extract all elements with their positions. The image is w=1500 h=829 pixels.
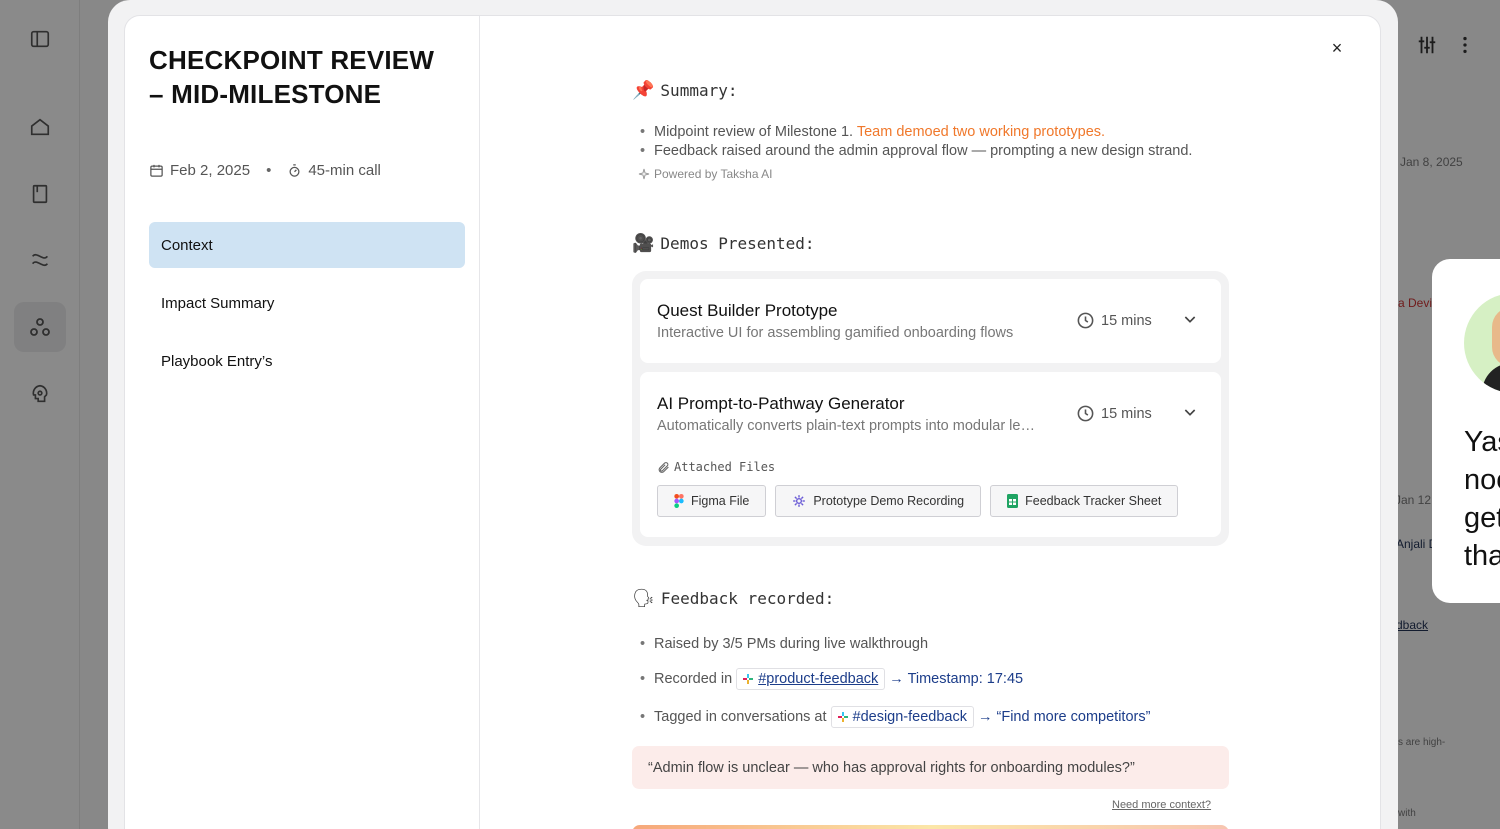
nav-item-playbook-entries[interactable]: Playbook Entry’s [149,338,465,384]
feedback-quote: “Admin flow is unclear — who has approva… [632,746,1229,789]
channel-link-product-feedback[interactable]: #product-feedback [736,668,886,690]
paperclip-icon [658,461,669,473]
clock-icon [1077,312,1094,329]
demo-subtitle: Interactive UI for assembling gamified o… [657,325,1014,341]
calendar-icon [150,164,163,177]
figma-icon [674,494,684,508]
recording-icon [793,495,806,507]
home-icon[interactable] [26,113,54,141]
timestamp-link[interactable]: → Timestamp: 17:45 [889,671,1023,687]
list-item: Feedback raised around the admin approva… [640,142,1192,161]
bg-name: a Devi [1398,296,1433,310]
bg-date: Jan 12, [1395,493,1435,507]
checkpoint-modal: CHECKPOINT REVIEW – MID-MILESTONE Feb 2,… [124,15,1381,829]
demo-card[interactable]: Quest Builder Prototype Interactive UI f… [640,279,1221,363]
list-item: Midpoint review of Milestone 1. Team dem… [640,123,1192,142]
chevron-down-icon[interactable] [1182,311,1198,327]
sheets-icon [1007,494,1019,508]
demo-duration: 15 mins [1076,311,1152,330]
side-card-text: Yas noo get tha [1464,426,1500,572]
route-icon[interactable] [26,246,54,274]
summary-heading: 📌 Summary: [632,80,738,101]
demos-heading: 🎥 Demos Presented: [632,233,815,254]
page-title: CHECKPOINT REVIEW – MID-MILESTONE [149,45,435,109]
slack-icon [837,712,848,722]
list-item: Tagged in conversations at #design-feedb… [640,705,1150,729]
feedback-list: Raised by 3/5 PMs during live walkthroug… [640,634,1150,729]
sparkle-icon [638,168,650,180]
speaking-head-icon: 🗣 [632,588,655,609]
side-card: Yas noo get tha [1432,259,1500,603]
summary-list: Midpoint review of Milestone 1. Team dem… [640,123,1192,161]
list-item: Recorded in #product-feedback → Timestam… [640,667,1150,691]
file-sheet-button[interactable]: Feedback Tracker Sheet [990,485,1179,517]
gradient-card-edge [632,825,1229,829]
attached-files-label: Attached Files [657,460,775,474]
pushpin-icon: 📌 [632,80,655,101]
sidebar-rail [0,0,80,829]
list-item: Raised by 3/5 PMs during live walkthroug… [640,634,1150,653]
demo-duration: 15 mins [1076,404,1152,423]
demo-card[interactable]: AI Prompt-to-Pathway Generator Automatic… [640,372,1221,537]
slack-icon [743,674,754,684]
chevron-down-icon[interactable] [1182,404,1198,420]
clock-icon [1077,405,1094,422]
demo-title: AI Prompt-to-Pathway Generator [657,394,905,413]
meeting-date: Feb 2, 2025 [170,162,251,179]
file-figma-button[interactable]: Figma File [657,485,767,517]
close-button[interactable]: × [1327,38,1347,58]
timer-icon [289,164,300,177]
camera-icon: 🎥 [632,233,655,254]
meeting-meta: Feb 2, 2025 • 45-min call [149,162,381,179]
separator-dot: • [266,162,272,179]
bg-snippet: s are high- [1398,737,1446,748]
demo-title: Quest Builder Prototype [657,301,838,320]
channel-link-design-feedback[interactable]: #design-feedback [830,706,974,728]
more-vertical-icon[interactable] [1454,34,1476,56]
meeting-duration: 45-min call [308,162,381,179]
book-icon[interactable] [26,180,54,208]
attached-files: Figma File Prototype Demo Recording Feed… [657,485,1179,517]
modal-nav: Context Impact Summary Playbook Entry’s [149,222,465,396]
file-recording-button[interactable]: Prototype Demo Recording [775,485,982,517]
feedback-heading: 🗣 Feedback recorded: [632,588,835,609]
nav-item-impact-summary[interactable]: Impact Summary [149,280,465,326]
demos-panel: Quest Builder Prototype Interactive UI f… [632,271,1229,546]
sidebar-toggle-icon[interactable] [26,25,54,53]
bg-date: Jan 8, 2025 [1400,155,1463,169]
bg-snippet: with [1398,808,1416,819]
sliders-icon[interactable] [1416,34,1438,56]
conversation-link[interactable]: → “Find more competitors” [978,709,1150,725]
avatar [1464,293,1500,393]
nav-item-context[interactable]: Context [149,222,465,268]
bg-snippet: dback [1396,618,1429,632]
demo-subtitle: Automatically converts plain-text prompt… [657,418,1042,434]
modal-left-pane: CHECKPOINT REVIEW – MID-MILESTONE Feb 2,… [125,16,480,829]
brain-icon[interactable] [26,380,54,408]
team-icon[interactable] [14,302,66,352]
powered-by: Powered by Taksha AI [638,167,773,181]
need-more-context-link[interactable]: Need more context? [1112,799,1211,811]
